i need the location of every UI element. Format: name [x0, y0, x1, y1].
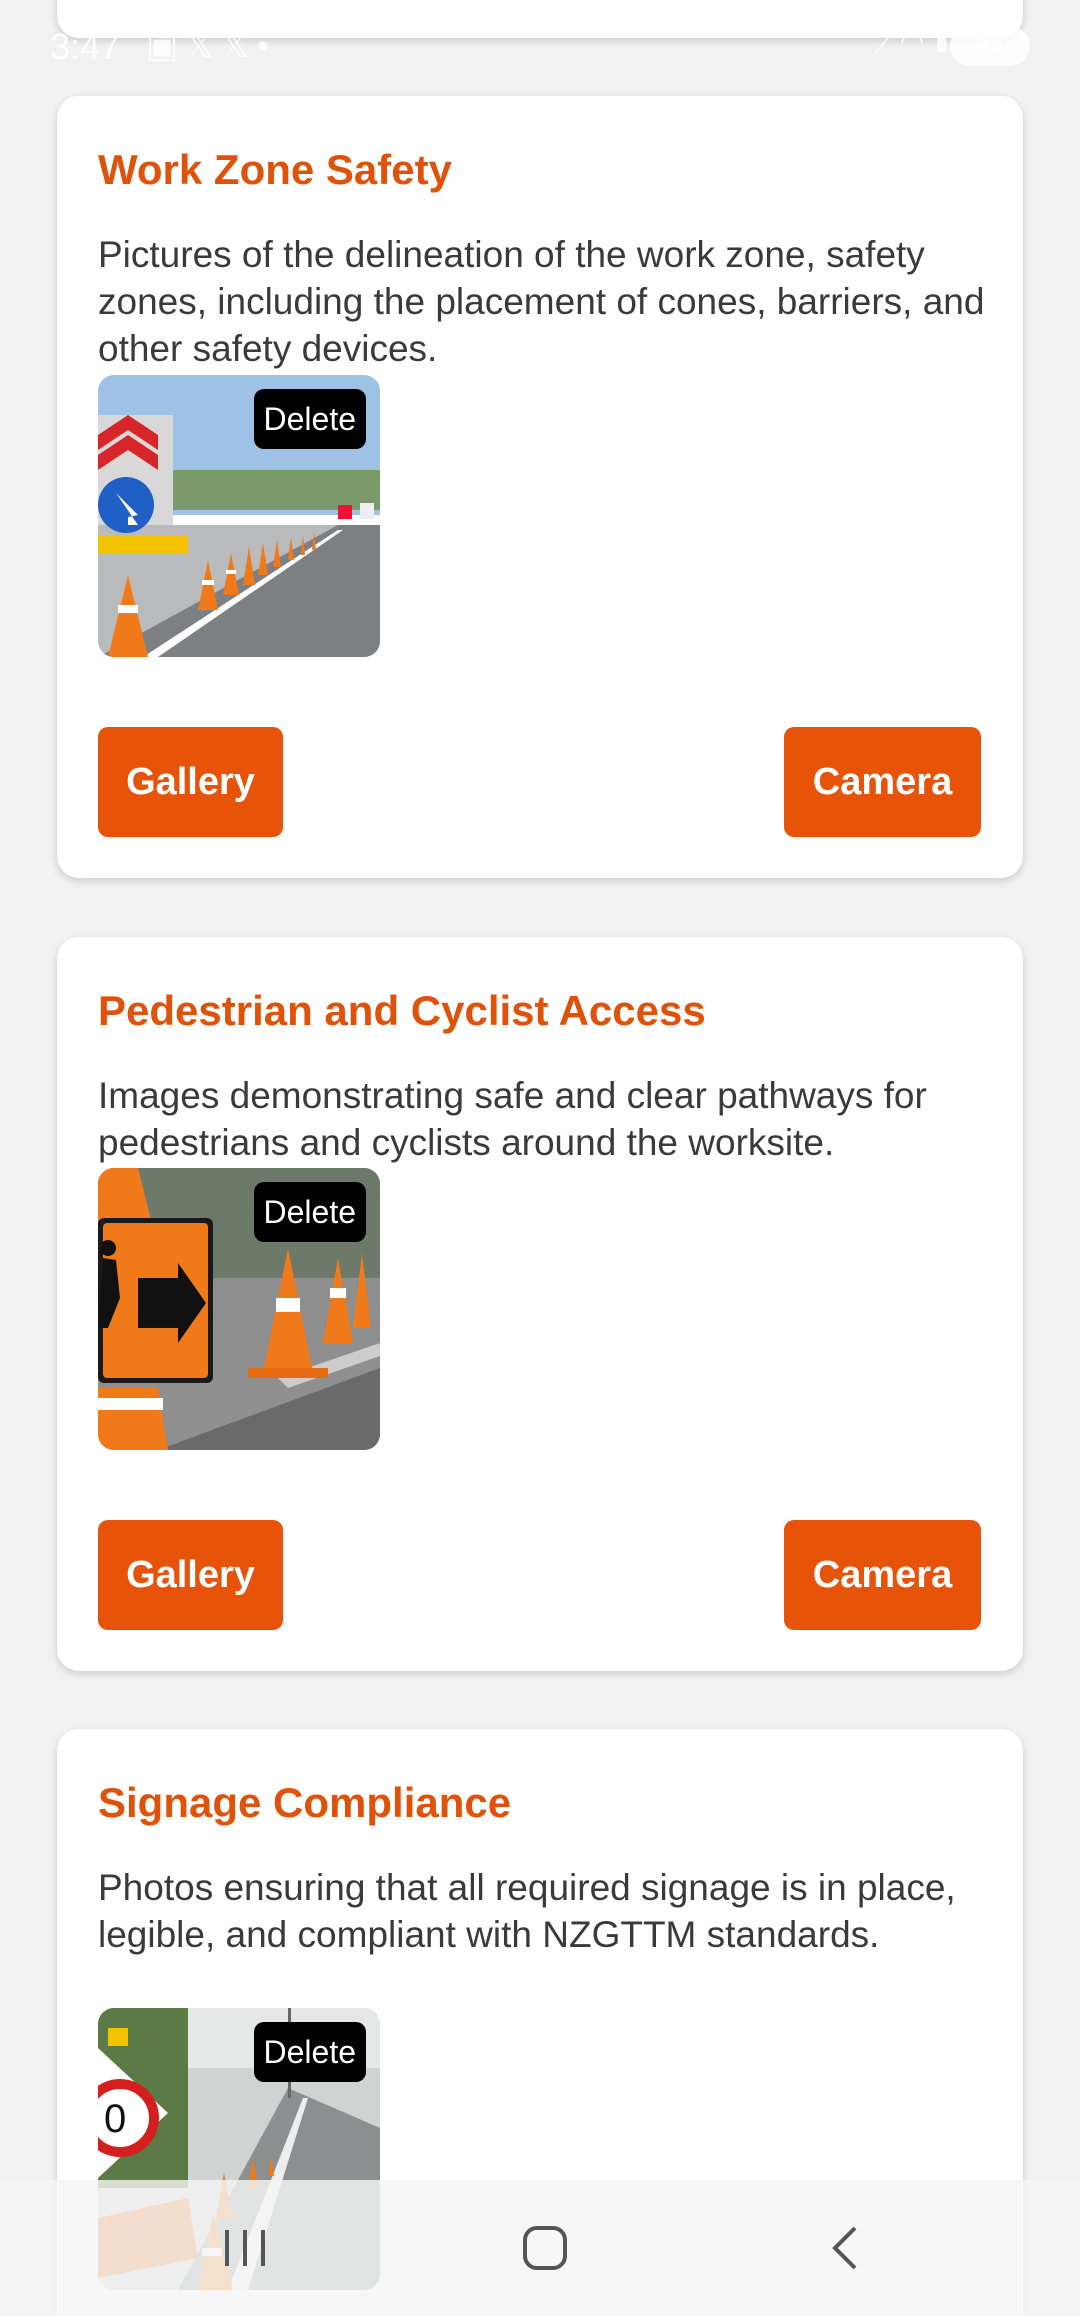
dot-icon: •	[256, 27, 277, 65]
status-bar: 3:47 ▣𝕏𝕏• ⟋◠▮ 24	[0, 0, 1080, 92]
photo-section-card: Work Zone Safety Pictures of the delinea…	[57, 96, 1023, 878]
camera-button[interactable]: Camera	[784, 727, 981, 837]
system-navigation-bar	[0, 2180, 1080, 2316]
section-description: Photos ensuring that all required signag…	[98, 1867, 956, 1955]
svg-text:0: 0	[104, 2097, 126, 2141]
section-title: Pedestrian and Cyclist Access	[98, 987, 706, 1034]
delete-photo-button[interactable]: Delete	[253, 389, 366, 449]
recent-apps-icon	[225, 2230, 265, 2266]
home-icon	[523, 2226, 567, 2270]
wifi-icon: ◠	[900, 28, 930, 61]
back-button[interactable]	[800, 2180, 890, 2316]
photo-section-card: Pedestrian and Cyclist Access Images dem…	[57, 937, 1023, 1671]
screenshot-icon: ▣	[146, 27, 187, 65]
section-description: Pictures of the delineation of the work …	[98, 234, 985, 369]
system-icons: ⟋◠▮	[873, 28, 960, 62]
section-title: Work Zone Safety	[98, 146, 452, 193]
home-button[interactable]	[500, 2180, 590, 2316]
gallery-button[interactable]: Gallery	[98, 727, 283, 837]
gallery-button[interactable]: Gallery	[98, 1520, 283, 1630]
camera-button[interactable]: Camera	[784, 1520, 981, 1630]
section-description: Images demonstrating safe and clear path…	[98, 1075, 927, 1163]
status-time: 3:47	[50, 26, 121, 67]
x-icon: 𝕏	[221, 27, 257, 65]
photo-thumbnail[interactable]: Delete	[98, 375, 380, 657]
battery-indicator: 24	[950, 26, 1030, 66]
recent-apps-button[interactable]	[200, 2180, 290, 2316]
notification-icons: ▣𝕏𝕏•	[146, 26, 277, 66]
mute-icon: ⟋	[873, 28, 900, 61]
page: 3:47 ▣𝕏𝕏• ⟋◠▮ 24 Work Zone Safety Pictur…	[0, 0, 1080, 2316]
delete-photo-button[interactable]: Delete	[253, 2022, 366, 2082]
x-icon: 𝕏	[186, 27, 222, 65]
back-icon	[832, 2226, 857, 2270]
photo-thumbnail[interactable]: Delete	[98, 1168, 380, 1450]
delete-photo-button[interactable]: Delete	[253, 1182, 366, 1242]
section-title: Signage Compliance	[98, 1779, 512, 1826]
